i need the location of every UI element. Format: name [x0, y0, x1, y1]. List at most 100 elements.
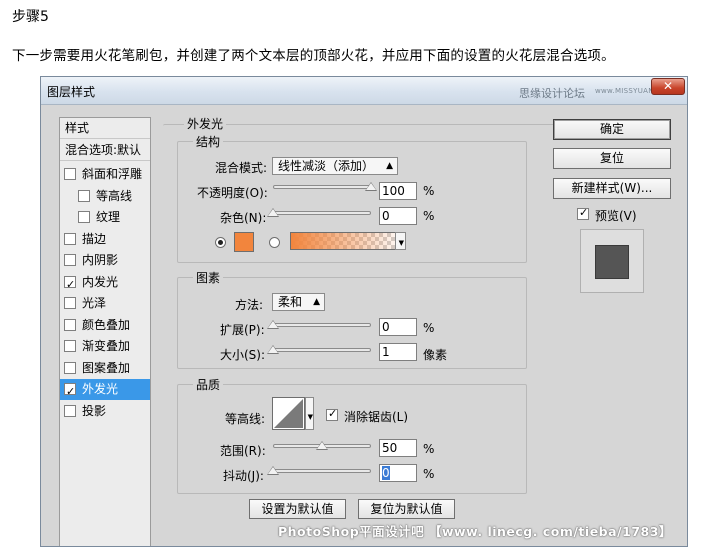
blend-mode-select[interactable]: 线性减淡（添加） ▲ — [272, 157, 398, 175]
ok-button[interactable]: 确定 — [553, 119, 671, 140]
spread-slider[interactable] — [273, 323, 371, 327]
jitter-label: 抖动(J): — [223, 469, 264, 483]
outer-glow-title: 外发光 — [184, 115, 227, 132]
style-list-item[interactable]: 光泽 — [60, 293, 150, 314]
style-list-item-label: 等高线 — [96, 188, 133, 203]
jitter-slider[interactable] — [273, 469, 371, 473]
select-arrow-icon: ▲ — [386, 161, 393, 171]
dialog-title: 图层样式 — [47, 85, 96, 99]
style-list-item[interactable]: 投影 — [60, 401, 150, 422]
spread-input[interactable]: 0 — [379, 318, 417, 336]
style-checkbox[interactable] — [64, 168, 76, 180]
style-checkbox[interactable] — [64, 404, 76, 417]
jitter-slider-thumb[interactable] — [267, 466, 279, 475]
style-checkbox[interactable] — [64, 340, 76, 352]
style-list-item[interactable]: 描边 — [60, 229, 150, 250]
style-checkbox[interactable] — [64, 232, 76, 245]
style-checkbox[interactable] — [64, 254, 76, 266]
elements-title: 图素 — [193, 269, 224, 286]
opacity-slider-thumb[interactable] — [365, 182, 377, 191]
style-checkbox[interactable] — [64, 318, 76, 331]
noise-input[interactable]: 0 — [379, 207, 417, 225]
contour-picker[interactable] — [272, 397, 305, 430]
style-list-item[interactable]: 等高线 — [60, 186, 150, 207]
blend-mode-label: 混合模式: — [215, 161, 268, 175]
glow-gradient-picker[interactable] — [290, 232, 406, 250]
new-style-button[interactable]: 新建样式(W)... — [553, 178, 671, 199]
preview-label: 预览(V) — [595, 209, 637, 223]
style-list-item[interactable]: 颜色叠加 — [60, 315, 150, 336]
chevron-down-icon: ▼ — [307, 413, 313, 421]
blending-options-label: 混合选项:默认 — [65, 143, 142, 157]
contour-dropdown-button[interactable]: ▼ — [305, 397, 314, 430]
style-checkbox[interactable] — [64, 274, 76, 295]
style-list-item[interactable]: 渐变叠加 — [60, 336, 150, 357]
select-arrow-icon: ▲ — [313, 297, 320, 307]
reset-button[interactable]: 复位 — [553, 148, 671, 169]
size-slider[interactable] — [273, 348, 371, 352]
preview-checkbox[interactable] — [577, 206, 589, 220]
style-list-item[interactable]: 纹理 — [60, 207, 150, 228]
size-slider-thumb[interactable] — [267, 345, 279, 354]
gradient-dropdown-button[interactable]: ▼ — [395, 232, 406, 250]
style-checkbox[interactable] — [78, 189, 90, 202]
style-list-item-label: 内发光 — [82, 274, 119, 289]
style-list-item-label: 纹理 — [96, 210, 121, 224]
range-percent-sign: % — [423, 442, 435, 456]
style-list-item-label: 光泽 — [82, 296, 107, 310]
make-default-button[interactable]: 设置为默认值 — [249, 499, 346, 519]
close-button[interactable]: ✕ — [651, 78, 685, 95]
step-heading: 步骤5 — [12, 9, 49, 25]
jitter-input-selected-text: 0 — [382, 466, 390, 480]
bottom-watermark: PhotoShop平面设计吧 【www. linecg. com/tieba/1… — [278, 524, 672, 539]
style-checkbox[interactable] — [78, 211, 90, 223]
style-list-item-label: 渐变叠加 — [82, 339, 131, 353]
antialias-label: 消除锯齿(L) — [344, 410, 409, 424]
noise-slider[interactable] — [273, 211, 371, 215]
style-list-item-label: 斜面和浮雕 — [82, 167, 143, 181]
style-list-item[interactable]: 斜面和浮雕 — [60, 164, 150, 185]
jitter-input[interactable]: 0 — [379, 464, 417, 482]
spread-label: 扩展(P): — [220, 323, 265, 337]
size-input[interactable]: 1 — [379, 343, 417, 361]
style-list-item-label: 颜色叠加 — [82, 317, 131, 332]
range-slider-thumb[interactable] — [316, 441, 328, 450]
style-list-item[interactable]: 内阴影 — [60, 250, 150, 271]
style-preview-box — [580, 229, 644, 293]
spread-slider-thumb[interactable] — [267, 320, 279, 329]
layer-style-dialog: 图层样式 思缘设计论坛 www.MISSYUAN.COM ✕ 样式 混合选项:默… — [40, 76, 688, 547]
reset-default-button[interactable]: 复位为默认值 — [358, 499, 455, 519]
antialias-checkbox[interactable] — [326, 407, 338, 421]
range-label: 范围(R): — [220, 444, 266, 458]
intro-text: 下一步需要用火花笔刷包，并创建了两个文本层的顶部火花，并应用下面的设置的火花层混… — [12, 48, 615, 64]
style-checkbox[interactable] — [64, 381, 76, 402]
structure-title: 结构 — [193, 133, 224, 150]
style-list-item-label: 投影 — [82, 403, 107, 418]
noise-percent-sign: % — [423, 209, 435, 223]
style-list-item[interactable]: 内发光 — [60, 272, 150, 295]
style-list-item[interactable]: 图案叠加 — [60, 358, 150, 379]
opacity-slider[interactable] — [273, 185, 371, 189]
technique-select[interactable]: 柔和 ▲ — [272, 293, 325, 311]
style-checkbox[interactable] — [64, 297, 76, 309]
style-checkbox[interactable] — [64, 361, 76, 374]
glow-color-swatch[interactable] — [234, 232, 254, 252]
style-list-item-label: 描边 — [82, 231, 107, 246]
style-list-item-label: 图案叠加 — [82, 360, 131, 375]
style-list-header[interactable]: 样式 — [60, 118, 150, 139]
solid-color-radio[interactable] — [215, 237, 226, 248]
range-input[interactable]: 50 — [379, 439, 417, 457]
opacity-input[interactable]: 100 — [379, 182, 417, 200]
gradient-radio[interactable] — [269, 237, 280, 248]
technique-value: 柔和 — [278, 295, 303, 309]
style-list-header-label: 样式 — [65, 121, 90, 135]
blending-options-item[interactable]: 混合选项:默认 — [60, 140, 150, 161]
spread-percent-sign: % — [423, 321, 435, 335]
technique-label: 方法: — [235, 298, 264, 312]
style-list-item[interactable]: 外发光 — [60, 379, 150, 402]
style-list: 样式 混合选项:默认 斜面和浮雕等高线纹理描边内阴影内发光光泽颜色叠加渐变叠加图… — [59, 117, 151, 546]
noise-slider-thumb[interactable] — [267, 208, 279, 217]
preview-swatch — [595, 245, 629, 279]
blend-mode-value: 线性减淡（添加） — [278, 159, 375, 173]
noise-label: 杂色(N): — [220, 211, 267, 225]
